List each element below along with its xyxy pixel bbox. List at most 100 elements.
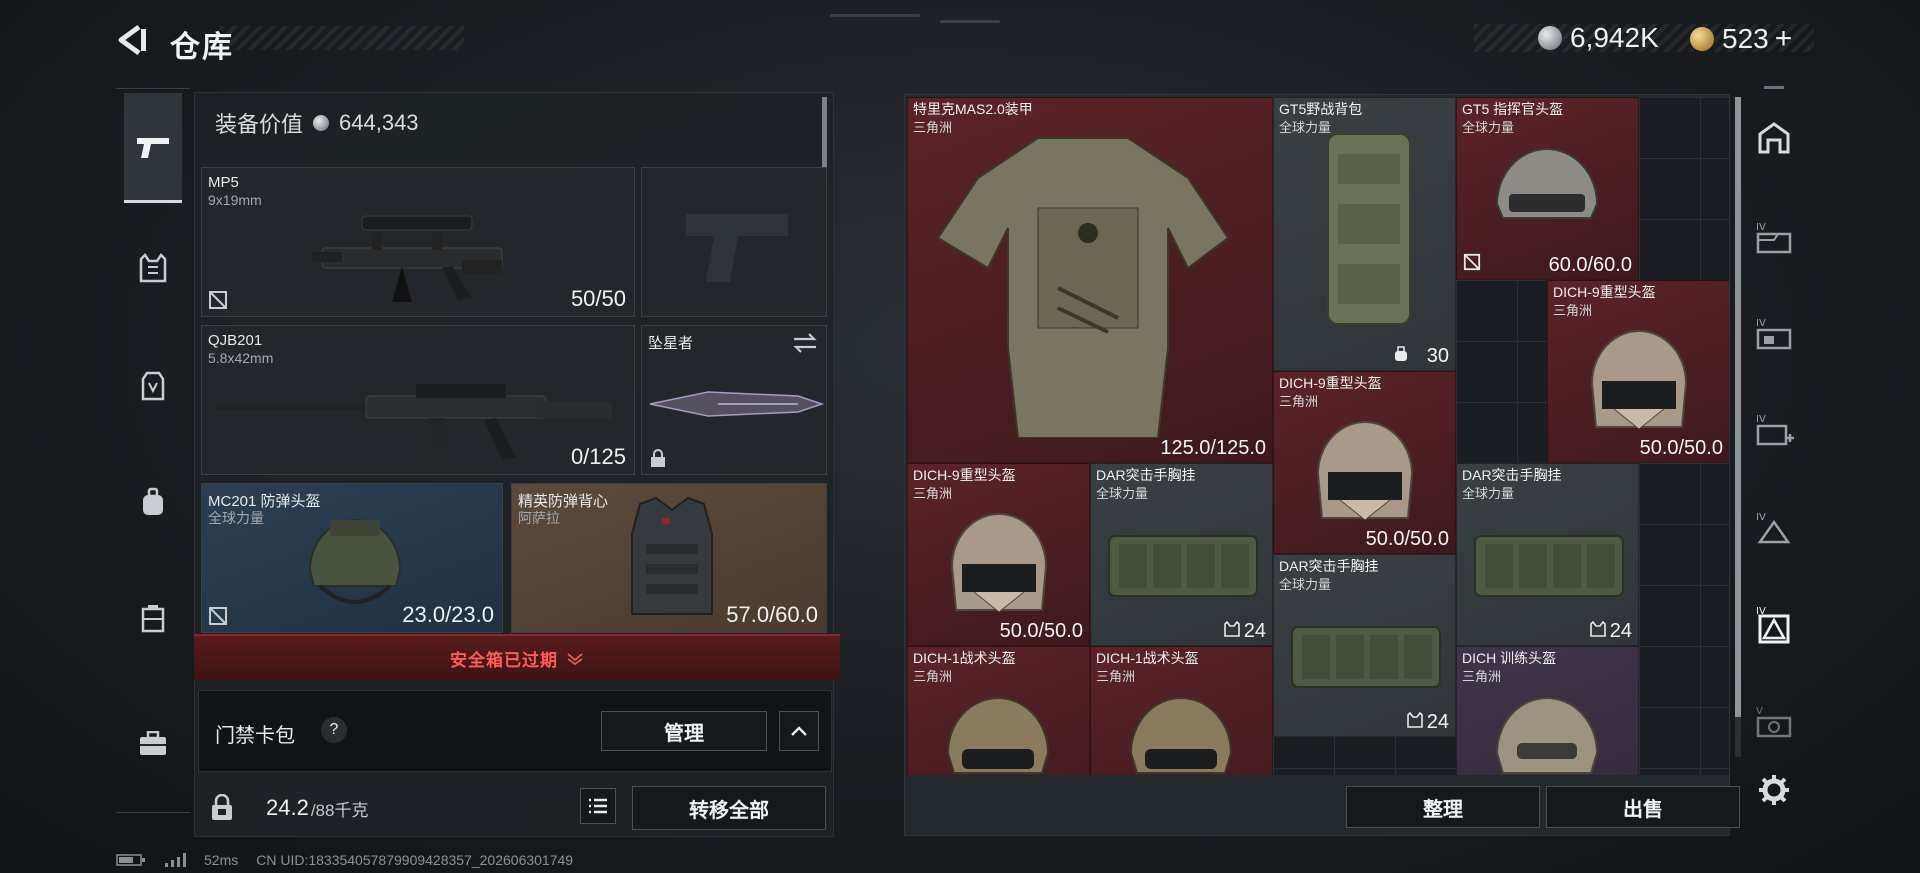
keycard-pack-row: 门禁卡包 ? 管理: [198, 690, 832, 772]
chevron-down-icon: [567, 653, 583, 665]
stash-item[interactable]: DAR突击手胸挂 全球力量 24: [1273, 554, 1456, 737]
nav-storage-iv-active[interactable]: IV: [1752, 602, 1796, 646]
item-durability: 50.0/50.0: [999, 620, 1083, 642]
right-nav-handle: [1764, 86, 1784, 89]
heavy-helmet-image: [1316, 421, 1414, 521]
nav-backpack[interactable]: [124, 473, 182, 531]
nav-chest-rig[interactable]: [124, 357, 182, 415]
expired-text: 安全箱已过期: [450, 650, 558, 670]
back-button[interactable]: [114, 22, 150, 58]
svg-text:IV: IV: [1756, 414, 1766, 425]
currency-silver: 6,942K: [1538, 22, 1659, 54]
stash-item[interactable]: DICH-9重型头盔 三角洲 50.0/50.0: [1547, 280, 1729, 463]
nav-case[interactable]: [124, 715, 182, 773]
stash-item[interactable]: DICH 训练头盔 三角洲: [1456, 646, 1639, 775]
ping-text: 52ms: [204, 852, 239, 868]
nav-weapons[interactable]: [124, 93, 182, 203]
item-durability: 60.0/60.0: [1548, 254, 1632, 276]
secure-container-expired-bar[interactable]: 安全箱已过期: [194, 634, 840, 680]
slot-melee[interactable]: 坠星者: [641, 325, 827, 475]
slot-faction: 阿萨拉: [518, 510, 560, 526]
weight-display: 24.2 /88千克: [254, 784, 530, 832]
slot-caliber: 9x19mm: [208, 192, 262, 208]
item-capacity: 24: [1609, 620, 1632, 642]
slot-primary-weapon[interactable]: MP5 9x19mm 50/50: [201, 167, 635, 317]
currency-gold[interactable]: 523 +: [1690, 22, 1792, 56]
swap-icon[interactable]: [792, 332, 818, 354]
item-faction: 全球力量: [1096, 486, 1149, 501]
transfer-all-button[interactable]: 转移全部: [632, 786, 826, 830]
slot-name: QJB201: [208, 332, 263, 349]
item-name: 特里克MAS2.0装甲: [913, 101, 1033, 117]
nav-warehouse[interactable]: [1752, 116, 1796, 160]
training-helmet-image: [1495, 697, 1599, 774]
nav-storage-iv-3[interactable]: IV: [1752, 506, 1796, 550]
collapse-button[interactable]: [779, 711, 819, 751]
slot-pistol-empty[interactable]: [641, 167, 827, 317]
stash-grid: 特里克MAS2.0装甲 三角洲 125.0/125.0 GT5野战背包 全球力量: [907, 97, 1729, 775]
nav-storage-iv-1[interactable]: IV: [1752, 216, 1796, 260]
nav-container[interactable]: [124, 589, 182, 647]
helmet-image: [308, 519, 402, 604]
weight-icon: [202, 788, 242, 828]
manage-button[interactable]: 管理: [601, 711, 767, 751]
stash-item[interactable]: DICH-1战术头盔 三角洲: [1090, 646, 1273, 775]
slot-name: MP5: [208, 174, 239, 191]
storage-iv-3-icon: IV: [1756, 512, 1791, 544]
chest-rig-image: [1291, 626, 1441, 688]
stash-item[interactable]: DAR突击手胸挂 全球力量 24: [1456, 463, 1639, 646]
item-name: DICH 训练头盔: [1462, 650, 1557, 666]
help-button[interactable]: ?: [321, 717, 347, 743]
warehouse-icon: [1758, 122, 1790, 154]
sort-button[interactable]: 整理: [1346, 786, 1540, 828]
item-durability: 50.0/50.0: [1365, 528, 1449, 550]
lock-icon: [651, 449, 665, 467]
list-view-button[interactable]: [580, 788, 616, 824]
slot-durability: 23.0/23.0: [402, 602, 494, 627]
battery-icon: [116, 854, 145, 866]
slot-helmet[interactable]: MC201 防弹头盔 全球力量 23.0/23.0: [201, 483, 503, 633]
nav-storage-iv-add[interactable]: IV: [1752, 408, 1796, 452]
qjb201-image: [216, 384, 612, 460]
item-name: DICH-1战术头盔: [913, 650, 1016, 666]
storage-iv-1-icon: IV: [1756, 222, 1792, 254]
item-capacity: 30: [1426, 345, 1449, 367]
stash-item[interactable]: 特里克MAS2.0装甲 三角洲 125.0/125.0: [907, 97, 1273, 463]
heavy-helmet-image: [1590, 330, 1688, 430]
storage-v-icon: V: [1756, 706, 1792, 738]
stash-scrollbar[interactable]: [1735, 97, 1741, 757]
stash-item[interactable]: GT5 指挥官头盔 全球力量 60.0/60.0: [1456, 97, 1639, 280]
stash-panel: 特里克MAS2.0装甲 三角洲 125.0/125.0 GT5野战背包 全球力量: [904, 94, 1741, 836]
slot-faction: 全球力量: [208, 510, 264, 526]
no-insure-icon: [209, 607, 227, 625]
weight-row: 24.2 /88千克 转移全部: [198, 780, 838, 832]
settings-gear-icon: [1759, 775, 1789, 805]
item-name: GT5野战背包: [1279, 101, 1363, 117]
stash-item[interactable]: DAR突击手胸挂 全球力量 24: [1090, 463, 1273, 646]
stash-item[interactable]: DICH-1战术头盔 三角洲: [907, 646, 1090, 775]
add-currency-button[interactable]: +: [1775, 22, 1793, 56]
settings-button[interactable]: [1752, 768, 1796, 812]
slot-secondary-weapon[interactable]: QJB201 5.8x42mm 0/125: [201, 325, 635, 475]
melee-blade-image: [649, 391, 824, 417]
item-durability: 125.0/125.0: [1160, 437, 1266, 459]
list-icon: [589, 798, 607, 814]
mp5-image: [312, 215, 503, 302]
no-insure-icon: [209, 291, 227, 309]
nav-storage-v[interactable]: V: [1752, 700, 1796, 744]
weight-lock-icon: [212, 794, 232, 820]
stash-scroll-thumb[interactable]: [1735, 97, 1741, 717]
chest-rig-image: [1108, 535, 1258, 597]
nav-armor[interactable]: [124, 239, 182, 297]
slot-armor[interactable]: 精英防弹背心 阿萨拉 57.0/60.0: [511, 483, 827, 633]
nav-storage-iv-2[interactable]: IV: [1752, 312, 1796, 356]
page-title: 仓库: [170, 31, 234, 64]
stash-item[interactable]: DICH-9重型头盔 三角洲 50.0/50.0: [907, 463, 1090, 646]
body-armor-image: [938, 137, 1228, 438]
vest-image: [631, 496, 713, 615]
sell-button[interactable]: 出售: [1546, 786, 1740, 828]
stash-item[interactable]: GT5野战背包 全球力量 30: [1273, 97, 1456, 371]
left-nav: [116, 88, 190, 813]
stash-item[interactable]: DICH-9重型头盔 三角洲 50.0/50.0: [1273, 371, 1456, 554]
uid-text: CN UID:18335405787990942835​7_2026063017…: [256, 852, 574, 868]
